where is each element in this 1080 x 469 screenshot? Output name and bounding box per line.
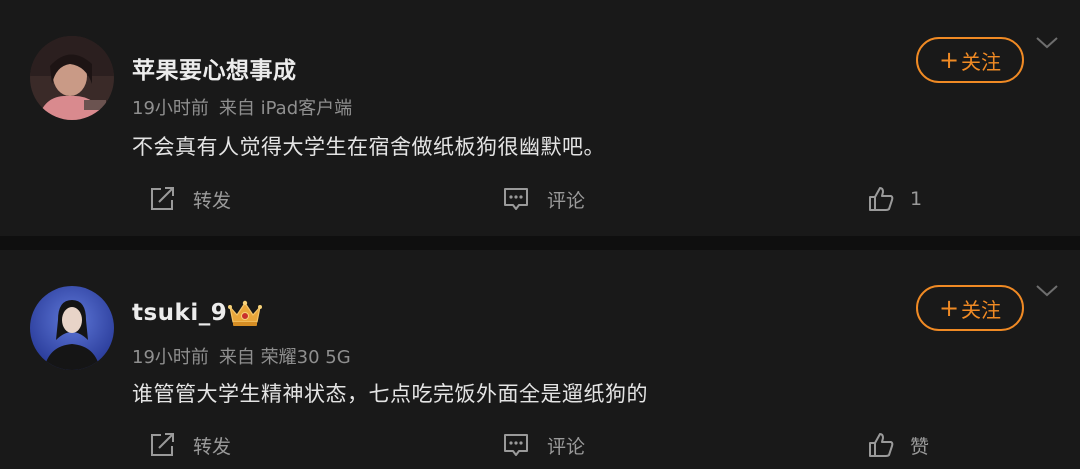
source-device: 来自 iPad客户端	[218, 98, 353, 119]
follow-label: 关注	[961, 297, 1002, 322]
divider	[0, 236, 1080, 250]
post-meta: 19小时前 来自 iPad客户端	[132, 94, 352, 120]
username[interactable]: tsuki_9	[132, 300, 227, 326]
comment-card: 苹果要心想事成 19小时前 来自 iPad客户端 不会真有人觉得大学生在宿舍做纸板…	[0, 0, 1080, 236]
repost-button[interactable]: 转发	[147, 430, 231, 460]
comment-feed: 苹果要心想事成 19小时前 来自 iPad客户端 不会真有人觉得大学生在宿舍做纸板…	[0, 0, 1080, 469]
plus-icon: +	[938, 46, 960, 74]
username[interactable]: 苹果要心想事成	[132, 51, 297, 85]
comment-icon	[504, 434, 528, 456]
comment-icon	[504, 188, 528, 210]
repost-icon	[151, 433, 174, 456]
timestamp: 19小时前	[132, 98, 209, 119]
follow-label: 关注	[961, 49, 1002, 74]
chevron-down-icon[interactable]	[1034, 282, 1060, 300]
post-meta: 19小时前 来自 荣耀30 5G	[132, 343, 351, 369]
follow-button[interactable]: + 关注	[916, 285, 1024, 331]
crown-icon	[228, 300, 262, 326]
comment-text: 谁管管大学生精神状态，七点吃完饭外面全是遛纸狗的	[132, 382, 648, 406]
avatar[interactable]	[30, 286, 114, 370]
avatar[interactable]	[30, 36, 114, 120]
thumbs-up-icon	[869, 433, 894, 457]
like-count: 1	[910, 188, 923, 210]
chevron-down-icon[interactable]	[1034, 34, 1060, 52]
repost-label: 转发	[193, 189, 232, 212]
timestamp: 19小时前	[132, 347, 209, 368]
repost-button[interactable]: 转发	[147, 184, 231, 214]
follow-button[interactable]: + 关注	[916, 37, 1024, 83]
plus-icon: +	[938, 294, 960, 322]
like-label: 赞	[910, 435, 930, 458]
source-device: 来自 荣耀30 5G	[218, 347, 351, 368]
like-button[interactable]: 赞	[866, 430, 929, 460]
thumbs-up-icon	[869, 187, 894, 211]
comment-button[interactable]: 评论	[501, 184, 585, 214]
comment-card: tsuki_9 19小时前 来自 荣耀30 5G 谁管管大学生精神状态，七点吃完饭…	[0, 250, 1080, 469]
comment-button[interactable]: 评论	[501, 430, 585, 460]
comment-label: 评论	[547, 189, 586, 212]
like-button[interactable]: 1	[866, 184, 922, 214]
repost-icon	[151, 187, 174, 210]
comment-text: 不会真有人觉得大学生在宿舍做纸板狗很幽默吧。	[132, 135, 605, 159]
comment-label: 评论	[547, 435, 586, 458]
repost-label: 转发	[193, 435, 232, 458]
